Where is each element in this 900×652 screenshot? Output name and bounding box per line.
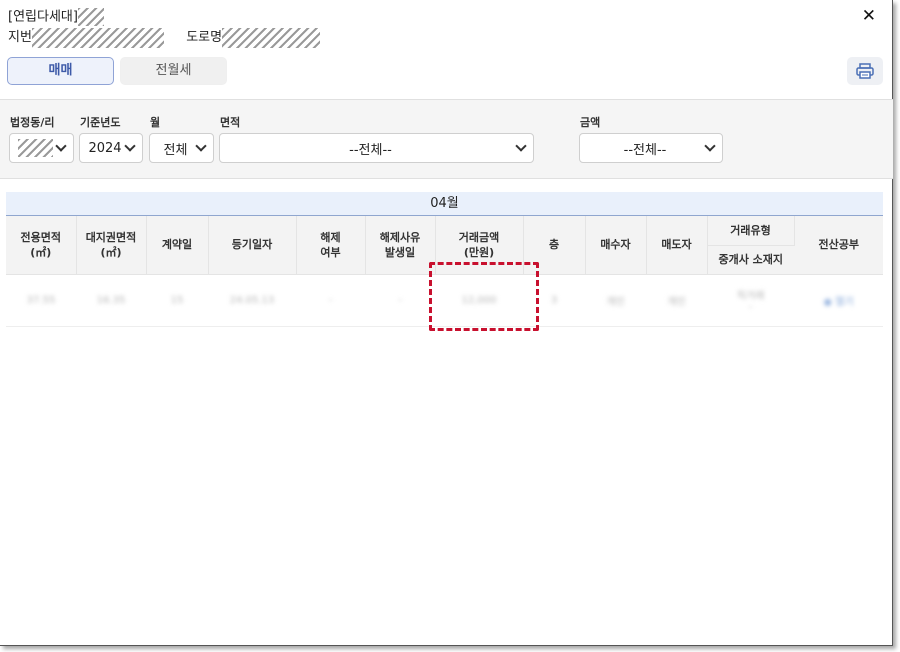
col-header-buyer: 매수자 — [585, 216, 647, 275]
redacted-building-name — [77, 8, 104, 26]
dong-filter-label: 법정동/리 — [10, 116, 55, 129]
trade-type-tabs: 매매 전월세 — [7, 57, 227, 85]
year-select-value: 2024 — [88, 140, 122, 156]
col-header-cancel-date: 해제사유 발생일 — [365, 216, 436, 275]
month-select-value: 전체 — [163, 142, 188, 158]
cell-registry[interactable]: ◉ 열기 — [794, 274, 883, 327]
cell-cancel-date-value: - — [398, 294, 402, 306]
cell-cancel: - — [296, 274, 365, 327]
cell-reg-date: 24.05.13 — [208, 274, 296, 327]
col-header-cancel-text: 해제 여부 — [320, 230, 341, 259]
print-button[interactable] — [847, 57, 883, 85]
cell-reg-date-value: 24.05.13 — [229, 294, 275, 306]
col-header-area-text: 전용면적 (㎡) — [20, 230, 61, 259]
transaction-modal: [연립다세대] 지번 도로명 ✕ 매매 전월세 법정동/리 기준년도 월 면적 … — [0, 0, 893, 646]
cell-seller: 개인 — [646, 274, 707, 327]
property-type-text: [연립다세대] — [8, 9, 78, 25]
col-header-registry: 전산공부 — [794, 216, 883, 275]
printer-icon — [856, 63, 874, 79]
col-header-contract-day: 계약일 — [146, 216, 209, 275]
filter-panel: 법정동/리 기준년도 월 면적 금액 2024 전체 --전체-- --전체-- — [0, 99, 893, 179]
col-header-broker: 중개사 소재지 — [707, 245, 794, 275]
tab-rent[interactable]: 전월세 — [120, 57, 227, 85]
chevron-down-icon — [515, 140, 527, 152]
area-filter-label: 면적 — [220, 116, 241, 129]
close-button[interactable]: ✕ — [862, 6, 876, 26]
amount-select[interactable]: --전체-- — [579, 133, 723, 163]
cell-floor-value: 3 — [550, 294, 558, 306]
cell-seller-value: 개인 — [667, 296, 686, 308]
col-header-price: 거래금액 (만원) — [435, 216, 524, 275]
registry-link-text[interactable]: 열기 — [835, 297, 853, 308]
cell-contract-day: 15 — [146, 274, 208, 327]
col-header-cancel-date-text: 해제사유 발생일 — [379, 230, 421, 259]
month-select[interactable]: 전체 — [149, 133, 214, 163]
cell-land: 16.35 — [76, 274, 146, 327]
area-select[interactable]: --전체-- — [219, 133, 534, 163]
redacted-road-address — [222, 28, 321, 48]
amount-select-value: --전체-- — [623, 142, 667, 158]
cell-price-value: 12,000 — [461, 294, 497, 306]
chevron-down-icon — [124, 140, 136, 152]
chevron-down-icon — [195, 140, 207, 152]
year-filter-label: 기준년도 — [80, 116, 121, 129]
month-filter-label: 월 — [150, 116, 161, 129]
cell-cancel-date: - — [365, 274, 435, 327]
cell-buyer: 개인 — [585, 274, 646, 327]
registry-view-link[interactable]: ◉ 열기 — [823, 293, 853, 308]
cell-price: 12,000 — [435, 274, 523, 327]
col-header-reg-date: 등기일자 — [208, 216, 297, 275]
year-select[interactable]: 2024 — [79, 133, 143, 163]
property-type-title: [연립다세대] — [8, 8, 104, 26]
jibun-label: 지번 — [8, 30, 32, 45]
road-address-label: 도로명 — [186, 30, 223, 45]
cell-area-value: 37.55 — [26, 294, 56, 306]
tab-sale[interactable]: 매매 — [7, 57, 114, 85]
document-icon: ◉ — [823, 296, 833, 308]
dong-select[interactable] — [9, 133, 74, 163]
col-header-floor: 층 — [523, 216, 586, 275]
cell-contract-day-value: 15 — [170, 294, 184, 306]
col-header-area: 전용면적 (㎡) — [6, 216, 77, 275]
chevron-down-icon — [704, 140, 716, 152]
cell-buyer-value: 개인 — [606, 296, 625, 308]
col-header-price-text: 거래금액 (만원) — [458, 230, 500, 259]
cell-broker-value: - — [748, 302, 753, 313]
col-header-cancel: 해제 여부 — [296, 216, 366, 275]
col-header-seller: 매도자 — [646, 216, 708, 275]
table-row: 37.55 16.35 15 24.05.13 - - 12,000 3 개인 … — [6, 274, 883, 327]
redacted-jibun-address — [31, 28, 164, 48]
cell-floor: 3 — [523, 274, 585, 327]
cell-deal-type: 직거래 - — [707, 274, 794, 327]
cell-deal-type-value: 직거래 — [736, 291, 765, 302]
col-header-land: 대지권면적 (㎡) — [76, 216, 147, 275]
col-header-land-text: 대지권면적 (㎡) — [85, 230, 137, 259]
col-header-deal-type: 거래유형 — [707, 216, 795, 246]
cell-area: 37.55 — [6, 274, 76, 327]
address-line: 지번 도로명 — [8, 28, 321, 48]
cell-cancel-value: - — [328, 294, 333, 306]
chevron-down-icon — [55, 140, 67, 152]
area-select-value: --전체-- — [349, 142, 392, 158]
close-icon[interactable]: ✕ — [862, 6, 876, 26]
redacted-dong-value — [18, 139, 54, 157]
amount-filter-label: 금액 — [580, 116, 601, 129]
transaction-grid: 04월 전용면적 (㎡) 대지권면적 (㎡) 계약일 등기일자 해제 여부 해제… — [6, 192, 883, 327]
month-header: 04월 — [6, 192, 883, 216]
cell-land-value: 16.35 — [96, 294, 126, 306]
transaction-table: 전용면적 (㎡) 대지권면적 (㎡) 계약일 등기일자 해제 여부 해제사유 발… — [6, 216, 883, 327]
